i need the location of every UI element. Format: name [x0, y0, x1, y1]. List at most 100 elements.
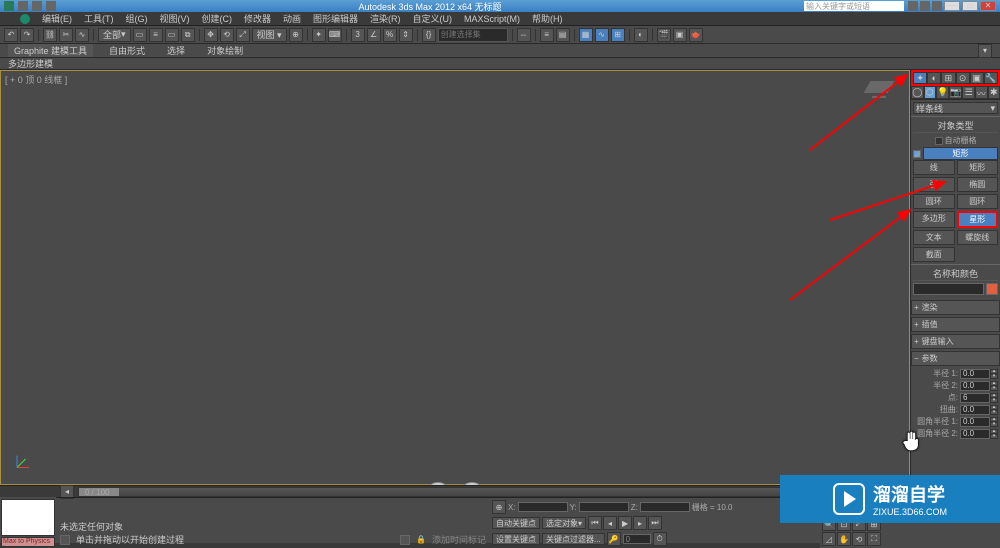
- motion-tab-icon[interactable]: ⊙: [956, 72, 970, 84]
- ref-coord-dropdown[interactable]: 视图 ▾: [252, 28, 287, 42]
- rotate-icon[interactable]: ⟲: [220, 28, 234, 42]
- menu-edit[interactable]: 编辑(E): [36, 12, 78, 25]
- spinner-input[interactable]: [960, 369, 990, 379]
- polygon-modeling-label[interactable]: 多边形建模: [8, 57, 53, 70]
- spinner-input[interactable]: [960, 405, 990, 415]
- spinner-input[interactable]: [960, 381, 990, 391]
- angle-snap-icon[interactable]: ∠: [367, 28, 381, 42]
- spinner-snap-icon[interactable]: ⇕: [399, 28, 413, 42]
- rollout-interpolation[interactable]: 插值: [911, 317, 1000, 332]
- rollout-parameters[interactable]: 参数: [911, 351, 1000, 366]
- link-icon[interactable]: ⛓: [43, 28, 57, 42]
- help-icon[interactable]: [932, 1, 942, 11]
- spinner-input[interactable]: [960, 417, 990, 427]
- shapes-icon[interactable]: ⬡: [924, 86, 937, 99]
- window-crossing-icon[interactable]: ⧉: [181, 28, 195, 42]
- time-config-icon[interactable]: ⏱: [653, 532, 667, 546]
- render-production-icon[interactable]: 🫖: [689, 28, 703, 42]
- quick-redo-icon[interactable]: [46, 1, 56, 11]
- select-object-icon[interactable]: ▭: [133, 28, 147, 42]
- ribbon-tab-graphite[interactable]: Graphite 建模工具: [8, 44, 93, 57]
- spinner-input[interactable]: [960, 393, 990, 403]
- addtime-label[interactable]: 添加时间标记: [432, 533, 486, 546]
- menu-animation[interactable]: 动画: [277, 12, 307, 25]
- unlink-icon[interactable]: ✂: [59, 28, 73, 42]
- selected-filter-dropdown[interactable]: 选定对象 ▾: [542, 517, 586, 529]
- ribbon-tab-selection[interactable]: 选择: [161, 44, 191, 57]
- shape-button-6[interactable]: 多边形: [913, 211, 955, 228]
- play-icon[interactable]: ▶: [618, 516, 632, 530]
- shape-button-0[interactable]: 线: [913, 160, 955, 175]
- scale-icon[interactable]: ⤢: [236, 28, 250, 42]
- prev-frame-icon[interactable]: ◂: [603, 516, 617, 530]
- spinner-down-icon[interactable]: ▾: [990, 410, 998, 415]
- keyboard-shortcut-icon[interactable]: ⌨: [328, 28, 342, 42]
- coord-y-input[interactable]: [579, 502, 629, 512]
- material-editor-icon[interactable]: ◐: [634, 28, 648, 42]
- maximize-button[interactable]: ▭: [962, 1, 978, 11]
- set-key-button[interactable]: 设置关键点: [492, 533, 540, 545]
- ribbon-tab-paint[interactable]: 对象绘制: [201, 44, 249, 57]
- goto-end-icon[interactable]: ⏭: [648, 516, 662, 530]
- shape-button-2[interactable]: 弧: [913, 177, 955, 192]
- start-new-shape-checkbox[interactable]: ✓矩形: [913, 147, 998, 160]
- layers-icon[interactable]: ▤: [556, 28, 570, 42]
- quick-new-icon[interactable]: [18, 1, 28, 11]
- close-button[interactable]: ✕: [980, 1, 996, 11]
- pivot-icon[interactable]: ⊕: [289, 28, 303, 42]
- infocenter-icon[interactable]: [908, 1, 918, 11]
- render-setup-icon[interactable]: 🎬: [657, 28, 671, 42]
- spacewarps-icon[interactable]: 〰: [975, 86, 988, 99]
- key-mode-icon[interactable]: 🔑: [607, 532, 621, 546]
- rollout-keyboard-entry[interactable]: 键盘输入: [911, 334, 1000, 349]
- rollout-rendering[interactable]: 渲染: [911, 300, 1000, 315]
- object-color-swatch[interactable]: [986, 283, 998, 295]
- undo-icon[interactable]: ↶: [4, 28, 18, 42]
- mirror-icon[interactable]: ⇔: [517, 28, 531, 42]
- redo-icon[interactable]: ↷: [20, 28, 34, 42]
- modify-tab-icon[interactable]: ◐: [927, 72, 941, 84]
- minimize-button[interactable]: —: [944, 1, 960, 11]
- select-by-name-icon[interactable]: ≡: [149, 28, 163, 42]
- graphite-ribbon-icon[interactable]: ▦: [579, 28, 593, 42]
- selection-filter-dropdown[interactable]: 全部 ▾: [98, 28, 131, 42]
- shape-button-1[interactable]: 矩形: [957, 160, 999, 175]
- object-name-input[interactable]: [913, 283, 984, 295]
- spinner-down-icon[interactable]: ▾: [990, 434, 998, 439]
- menu-modifiers[interactable]: 修改器: [238, 12, 277, 25]
- shape-button-5[interactable]: 圆环: [957, 194, 999, 209]
- hierarchy-tab-icon[interactable]: ⊞: [941, 72, 955, 84]
- shape-button-9[interactable]: 螺旋线: [957, 230, 999, 245]
- edit-named-sel-icon[interactable]: {}: [422, 28, 436, 42]
- geometry-icon[interactable]: ◯: [911, 86, 924, 99]
- spinner-down-icon[interactable]: ▾: [990, 398, 998, 403]
- menu-help[interactable]: 帮助(H): [526, 12, 569, 25]
- orbit-icon[interactable]: ⟲: [852, 532, 866, 546]
- spinner-input[interactable]: [960, 429, 990, 439]
- quick-undo-icon[interactable]: [32, 1, 42, 11]
- bind-spacewarp-icon[interactable]: ∿: [75, 28, 89, 42]
- abs-rel-icon[interactable]: ⊕: [492, 500, 506, 514]
- menu-tools[interactable]: 工具(T): [78, 12, 120, 25]
- spinner-down-icon[interactable]: ▾: [990, 422, 998, 427]
- systems-icon[interactable]: ✱: [988, 86, 1000, 99]
- spinner-down-icon[interactable]: ▾: [990, 374, 998, 379]
- shape-button-8[interactable]: 文本: [913, 230, 955, 245]
- maxscript-listener[interactable]: [1, 499, 55, 536]
- next-frame-icon[interactable]: ▸: [633, 516, 647, 530]
- time-slider[interactable]: 0 / 100: [78, 487, 888, 497]
- star-icon[interactable]: [920, 1, 930, 11]
- menu-customize[interactable]: 自定义(U): [407, 12, 459, 25]
- auto-key-button[interactable]: 自动关键点: [492, 517, 540, 529]
- snap-toggle-icon[interactable]: 3: [351, 28, 365, 42]
- maxscript-mini-listener[interactable]: Max to Physics t: [1, 537, 55, 547]
- shape-button-7[interactable]: 星形: [957, 211, 999, 228]
- shape-button-10[interactable]: 截面: [913, 247, 955, 262]
- select-region-icon[interactable]: ▭: [165, 28, 179, 42]
- selection-lock-icon[interactable]: [60, 535, 70, 545]
- coord-z-input[interactable]: [640, 502, 690, 512]
- viewport[interactable]: [ + 0 顶 0 线框 ] ▬▬: [0, 70, 910, 485]
- menu-rendering[interactable]: 渲染(R): [364, 12, 407, 25]
- lights-icon[interactable]: 💡: [936, 86, 949, 99]
- ribbon-minimize-icon[interactable]: ▾: [978, 44, 992, 58]
